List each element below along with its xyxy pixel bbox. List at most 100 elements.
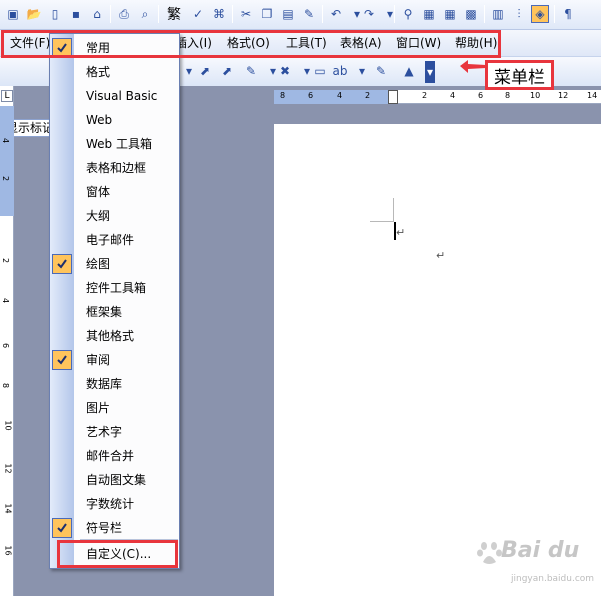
toolbar-menu-item[interactable]: 字数统计 [50,492,179,516]
tab-selector[interactable]: L [1,90,13,102]
toolbar-menu-item[interactable]: 数据库 [50,372,179,396]
indent-marker-icon[interactable] [388,90,398,104]
toolbar-menu-item-label: 邮件合并 [86,449,135,463]
toolbar-menu-item-label: 字数统计 [86,497,135,511]
new-folder-icon[interactable]: ▣ [4,5,22,23]
insert-table-icon[interactable]: ▦ [441,5,459,23]
toolbar-separator [232,5,233,23]
checkmark-icon [52,518,72,538]
accept-change-icon[interactable]: ⬈ [196,62,214,80]
ruler-tick-label: 4 [450,91,456,100]
reviewing-pane-icon[interactable]: ✎ [372,62,390,80]
ruler-tick-label: 14 [587,91,598,100]
toolbar-menu-item[interactable]: 绘图 [50,252,179,276]
insert-excel-icon[interactable]: ▩ [462,5,480,23]
paragraph-mark: ↵ [396,226,406,239]
toolbar-menu-item-label: 大纲 [86,209,111,223]
toolbar-menu-item[interactable]: 自动图文集 [50,468,179,492]
reject-change-icon[interactable]: ⬈ [218,62,236,80]
crop-mark-horizontal [370,221,394,222]
toolbar-separator [158,5,159,23]
folder-icon[interactable]: ▭ [311,62,329,80]
toolbar-menu-item[interactable]: 框架集 [50,300,179,324]
highlight-dropdown-icon[interactable]: ▾ [353,62,371,80]
hyperlink-icon[interactable]: ⚲ [399,5,417,23]
toolbar-menu-item[interactable]: Web [50,108,179,132]
paste-icon[interactable]: ▤ [279,5,297,23]
toolbar-menu-item[interactable]: 符号栏 [50,516,179,540]
toolbar-separator [322,5,323,23]
traditional-chinese-button[interactable]: 繁 [163,5,185,23]
toolbar-menu-item-label: 电子邮件 [86,233,135,247]
toolbar-menu-item[interactable]: 表格和边框 [50,156,179,180]
research-icon[interactable]: ⌘ [210,5,228,23]
toolbar-menu-item[interactable]: 艺术字 [50,420,179,444]
toolbar-menu-item-label: Web 工具箱 [86,137,152,151]
vertical-ruler: 4 2 2 4 6 8 10 12 14 16 [0,86,14,596]
track-changes-icon[interactable]: ✎ [242,62,260,80]
tables-borders-icon[interactable]: ▦ [420,5,438,23]
toolbar-menu-item[interactable]: 邮件合并 [50,444,179,468]
menubar-callout-label: 菜单栏 [485,60,554,90]
permission-icon[interactable]: ⌂ [88,5,106,23]
customize-highlight-box [57,540,178,568]
toolbar-menu-item[interactable]: 电子邮件 [50,228,179,252]
document-map-icon[interactable]: ◈ [531,5,549,23]
toolbar-menu-item-label: 框架集 [86,305,123,319]
document-page[interactable] [274,124,601,596]
ruler-tick-label: 16 [3,545,13,556]
toolbar-options-icon[interactable]: ▾ [425,61,435,83]
toolbar-separator [554,5,555,23]
toolbar-menu-item[interactable]: 控件工具箱 [50,276,179,300]
new-doc-icon[interactable]: ▯ [46,5,64,23]
highlight-icon[interactable]: ab [331,62,349,80]
print-icon[interactable]: ⎙ [115,5,133,23]
standard-toolbar: ▣ 📂 ▯ ▪ ⌂ ⎙ ⌕ 繁 ✓ ⌘ ✂ ❐ ▤ ✎ ↶ ▾ ↷ ▾ ⚲ ▦ ▦ ▩ ▥ ⫶ ◈ ¶ [0,0,601,30]
cut-icon[interactable]: ✂ [237,5,255,23]
ruler-tick-label: 4 [337,91,343,100]
ruler-tick-label: 6 [308,91,314,100]
checkmark-icon [52,254,72,274]
callout-arrow-icon [460,60,486,73]
print-preview-icon[interactable]: ⌕ [136,5,154,23]
redo-icon[interactable]: ↷ [360,5,378,23]
vertical-ruler-margin [0,106,14,216]
format-painter-icon[interactable]: ✎ [300,5,318,23]
toolbars-dropdown-menu: 常用 格式 Visual Basic Web Web 工具箱 表格和边框 窗体 大纲 电子邮件绘… [49,33,180,569]
checkmark-icon [52,350,72,370]
toolbar-menu-item[interactable]: Visual Basic [50,84,179,108]
toolbar-menu-item[interactable]: 其他格式 [50,324,179,348]
undo-icon[interactable]: ↶ [327,5,345,23]
open-icon[interactable]: 📂 [25,5,43,23]
toolbar-menu-item-label: 符号栏 [86,521,123,535]
toolbar-menu-item-label: 窗体 [86,185,111,199]
toolbar-menu-item-label: 控件工具箱 [86,281,147,295]
redo-dropdown-icon[interactable]: ▾ [381,5,399,23]
toolbar-menu-item[interactable]: 审阅 [50,348,179,372]
drawing-icon[interactable]: ⫶ [510,5,528,23]
comment-icon[interactable]: ✖ [276,62,294,80]
spelling-icon[interactable]: ✓ [189,5,207,23]
toolbar-menu-item[interactable]: 格式 [50,60,179,84]
watermark-brand: Bai du [501,538,580,563]
toolbar-menu-item-label: 格式 [86,65,111,79]
toolbar-menu-item-label: Visual Basic [86,89,158,103]
ruler-tick-label: 12 [3,463,13,474]
arrange-icon[interactable]: ▲ [400,62,418,80]
toolbar-menu-item[interactable]: 窗体 [50,180,179,204]
toolbar-menu-item[interactable]: Web 工具箱 [50,132,179,156]
ruler-tick-label: 8 [280,91,286,100]
toolbar-menu-item[interactable]: 图片 [50,396,179,420]
show-hide-icon[interactable]: ¶ [559,5,577,23]
toolbar-separator [484,5,485,23]
ruler-tick-label: 2 [1,257,11,264]
toolbar-menu-item[interactable]: 大纲 [50,204,179,228]
save-icon[interactable]: ▪ [67,5,85,23]
ruler-tick-label: 14 [3,503,13,514]
baidu-paw-icon [477,542,502,564]
columns-icon[interactable]: ▥ [489,5,507,23]
ruler-tick-label: 4 [1,297,11,304]
copy-icon[interactable]: ❐ [258,5,276,23]
toolbar-menu-item-label: 数据库 [86,377,123,391]
ruler-tick-label: 2 [1,175,11,182]
